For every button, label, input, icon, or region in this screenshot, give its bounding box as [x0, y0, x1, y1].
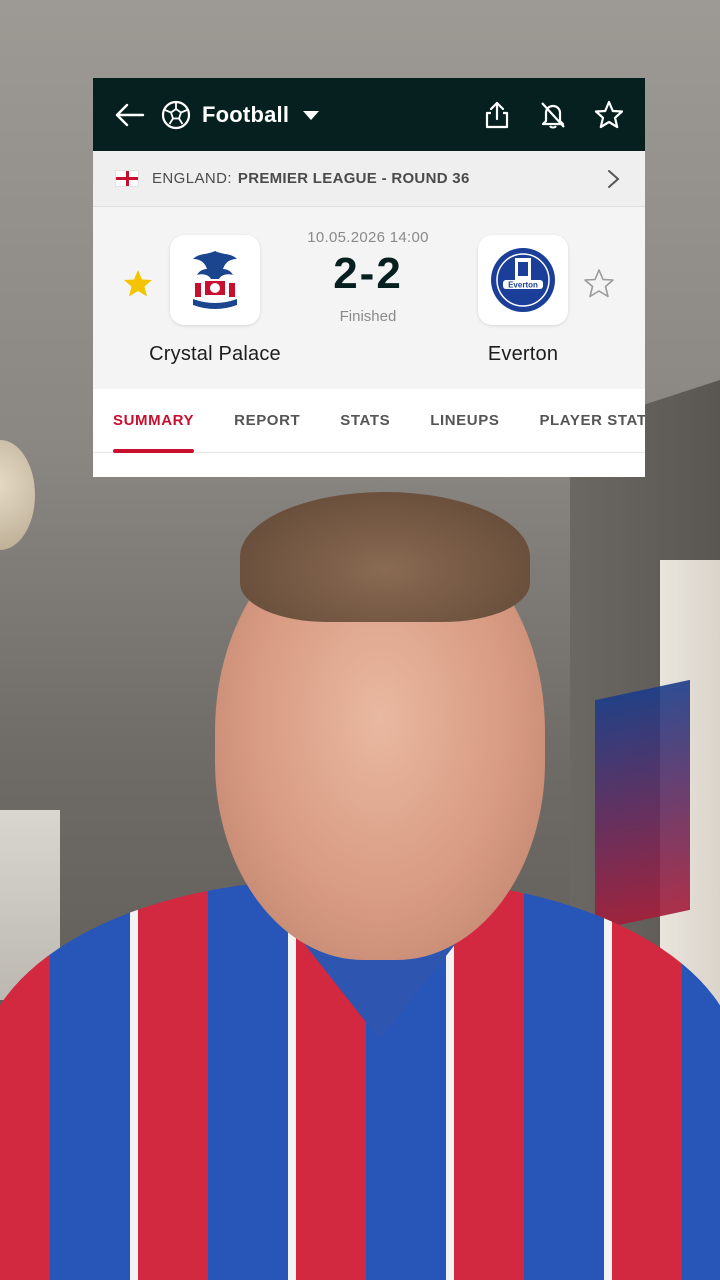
background-poster [595, 679, 690, 931]
tab-summary[interactable]: SUMMARY [113, 389, 195, 453]
crystal-palace-logo [170, 235, 260, 325]
app-header: Football [93, 78, 645, 151]
share-icon [485, 101, 509, 128]
away-team-name: Everton [487, 343, 559, 365]
league-row[interactable]: ENGLAND: PREMIER LEAGUE - ROUND 36 [93, 151, 645, 207]
star-outline-icon [594, 100, 624, 128]
tab-player-stats[interactable]: PLAYER STATS [539, 389, 645, 453]
soccer-ball-icon [161, 100, 191, 129]
away-favorite-star-icon[interactable] [582, 267, 616, 301]
content-area [93, 453, 645, 477]
match-score: 2-2 [333, 249, 403, 298]
chevron-right-icon [608, 169, 620, 188]
match-datetime: 10.05.2026 14:00 [307, 229, 429, 246]
sport-selector-label[interactable]: Football [202, 102, 289, 128]
match-summary: Crystal Palace 10.05.2026 14:00 2-2 Fini… [93, 207, 645, 389]
caret-down-icon[interactable] [303, 111, 320, 120]
favorite-match-button[interactable] [593, 99, 625, 131]
back-button[interactable] [113, 98, 147, 132]
person-hair [240, 492, 530, 622]
tab-stats[interactable]: STATS [340, 389, 390, 453]
home-team[interactable]: Crystal Palace [135, 235, 295, 366]
tab-lineups[interactable]: LINEUPS [430, 389, 499, 453]
share-button[interactable] [481, 99, 513, 131]
background-lamp [0, 440, 35, 550]
match-status: Finished [339, 308, 397, 325]
league-competition: PREMIER LEAGUE - ROUND 36 [237, 170, 470, 187]
league-country: ENGLAND: [152, 170, 232, 187]
match-center: 10.05.2026 14:00 2-2 Finished [283, 229, 453, 325]
svg-text:Everton: Everton [508, 281, 538, 290]
match-card: Football ENGLAND: PREMIER LEAGUE - ROUND… [93, 78, 645, 477]
notifications-button[interactable] [537, 99, 569, 131]
match-tabs: SUMMARY REPORT STATS LINEUPS PLAYER STAT… [93, 389, 645, 453]
back-arrow-icon [115, 103, 145, 126]
home-team-name: Crystal Palace [149, 343, 281, 365]
england-flag-icon [115, 170, 139, 187]
away-team[interactable]: Everton Everton [443, 235, 603, 366]
everton-logo: Everton [478, 235, 568, 325]
tab-report[interactable]: REPORT [234, 389, 300, 453]
bell-off-icon [541, 101, 565, 128]
